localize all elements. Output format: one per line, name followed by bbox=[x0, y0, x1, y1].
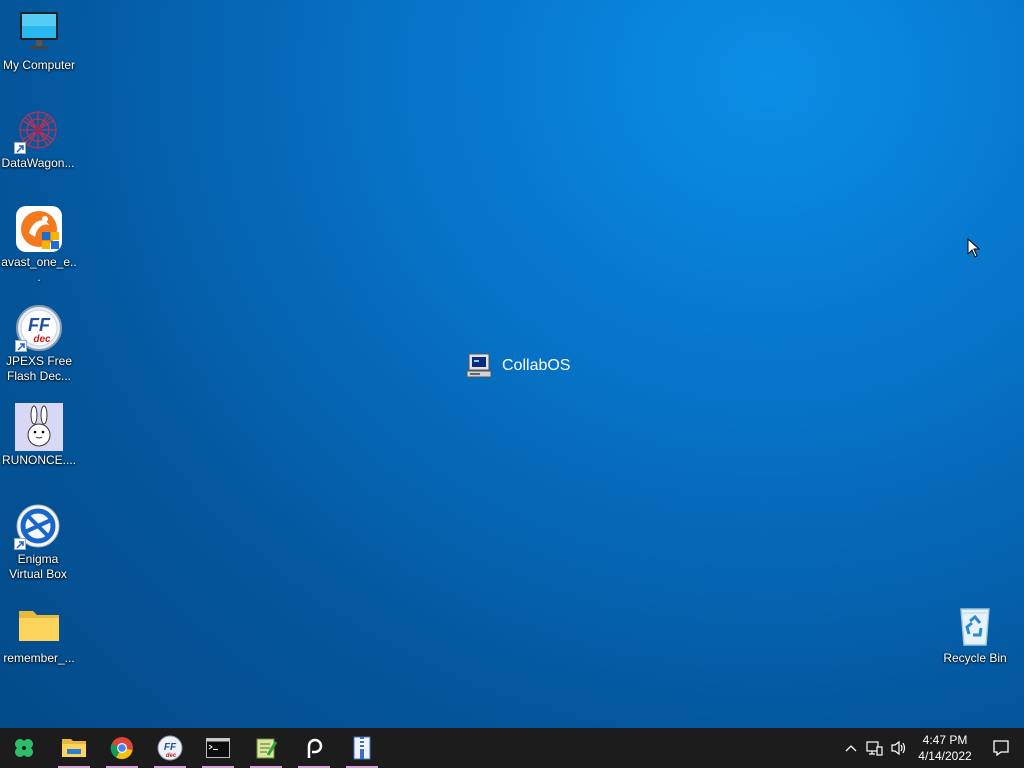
taskbar: FF dec 4:47 PM 4/14/2022 bbox=[0, 728, 1024, 768]
clover-icon bbox=[15, 739, 33, 757]
ffdec-dec-text: dec bbox=[166, 753, 177, 759]
desktop-icon-enigma[interactable]: Enigma Virtual Box bbox=[0, 502, 76, 582]
collabos-desktop-item[interactable]: CollabOS bbox=[466, 352, 570, 380]
collabos-label: CollabOS bbox=[502, 357, 571, 374]
taskbar-file-explorer[interactable] bbox=[50, 728, 98, 768]
ffdec-dec-text: dec bbox=[33, 334, 51, 345]
start-button[interactable] bbox=[0, 728, 48, 768]
enigma-icon bbox=[14, 502, 62, 550]
network-button[interactable] bbox=[862, 728, 886, 768]
archive-icon bbox=[353, 736, 371, 760]
datawagon-icon bbox=[14, 106, 62, 154]
taskbar-p-app[interactable] bbox=[290, 728, 338, 768]
desktop-icon-recycle-bin[interactable]: Recycle Bin bbox=[937, 601, 1013, 666]
desktop-icon-avast[interactable]: avast_one_e... bbox=[1, 205, 77, 285]
clock-time: 4:47 PM bbox=[922, 733, 968, 747]
ffdec-icon: FF dec bbox=[157, 735, 183, 761]
desktop-icon-remember-folder[interactable]: remember_... bbox=[1, 601, 77, 666]
taskbar-chrome[interactable] bbox=[98, 728, 146, 768]
shortcut-arrow-icon bbox=[15, 340, 27, 352]
recycle-bin-icon bbox=[951, 601, 999, 649]
taskbar-terminal[interactable] bbox=[194, 728, 242, 768]
shortcut-arrow-icon bbox=[14, 142, 26, 154]
monitor-icon bbox=[15, 8, 63, 56]
desktop-icon-datawagon[interactable]: DataWagon... bbox=[0, 106, 76, 171]
notification-icon bbox=[993, 740, 1009, 757]
p-icon bbox=[307, 738, 323, 758]
taskbar-archive[interactable] bbox=[338, 728, 386, 768]
desktop-icon-my-computer[interactable]: My Computer bbox=[1, 8, 77, 73]
avast-icon bbox=[15, 205, 63, 253]
notepad-icon bbox=[256, 738, 278, 759]
system-tray: 4:47 PM 4/14/2022 bbox=[840, 728, 1024, 768]
network-icon bbox=[866, 741, 883, 756]
taskbar-notepad[interactable] bbox=[242, 728, 290, 768]
desktop-icon-label: Recycle Bin bbox=[943, 651, 1007, 665]
ffdec-icon: FF dec bbox=[15, 304, 63, 352]
ffdec-ff-text: FF bbox=[28, 315, 51, 335]
desktop-icon-runonce[interactable]: RUNONCE.... bbox=[1, 403, 77, 468]
taskbar-ffdec[interactable]: FF dec bbox=[146, 728, 194, 768]
folder-icon bbox=[62, 739, 86, 757]
speaker-icon bbox=[891, 740, 906, 756]
clock-date: 4/14/2022 bbox=[918, 749, 972, 763]
desktop: My Computer DataWagon... avast_one_e... … bbox=[0, 0, 1024, 728]
chrome-icon bbox=[110, 737, 133, 760]
mouse-cursor-icon bbox=[967, 237, 981, 263]
chevron-up-icon bbox=[845, 745, 857, 752]
bunny-icon bbox=[15, 403, 63, 451]
desktop-icon-label: DataWagon... bbox=[1, 156, 75, 170]
computer-icon bbox=[466, 353, 492, 378]
ffdec-ff-text: FF bbox=[164, 742, 177, 753]
clock[interactable]: 4:47 PM 4/14/2022 bbox=[912, 728, 978, 768]
folder-icon bbox=[15, 601, 63, 649]
shortcut-arrow-icon bbox=[14, 538, 26, 550]
terminal-icon bbox=[206, 738, 230, 758]
desktop-icon-label: remember_... bbox=[3, 651, 75, 665]
volume-button[interactable] bbox=[886, 728, 912, 768]
desktop-icon-label: RUNONCE.... bbox=[1, 453, 76, 467]
show-hidden-icons-button[interactable] bbox=[840, 728, 862, 768]
desktop-icon-label: My Computer bbox=[2, 58, 76, 72]
desktop-icon-label: avast_one_e... bbox=[1, 255, 77, 284]
desktop-icon-label: Enigma Virtual Box bbox=[9, 552, 67, 581]
notifications-button[interactable] bbox=[978, 728, 1024, 768]
desktop-icon-jpexs[interactable]: FF dec JPEXS Free Flash Dec... bbox=[1, 304, 77, 384]
desktop-icon-label: JPEXS Free Flash Dec... bbox=[5, 354, 73, 383]
